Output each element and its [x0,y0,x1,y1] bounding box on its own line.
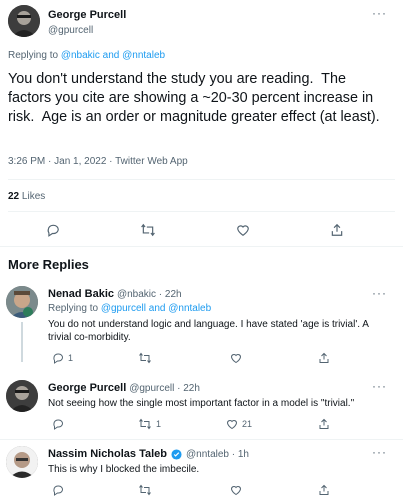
author-name[interactable]: Nenad Bakic [48,288,114,300]
reply-button[interactable] [52,418,64,430]
share-button[interactable] [318,484,330,496]
share-icon [319,418,329,429]
tweet-timestamp[interactable]: 3:26 PM · Jan 1, 2022 · Twitter Web App [8,156,188,167]
reply-header: Nassim Nicholas Taleb @nntaleb · 1h [48,448,249,460]
likes-label: Likes [21,191,46,202]
share-button[interactable] [318,418,330,430]
author-handle[interactable]: @nntaleb · 1h [186,449,249,460]
replying-prefix: Replying to [8,50,59,61]
author-name[interactable]: Nassim Nicholas Taleb [48,448,167,460]
share-icon[interactable] [330,223,344,237]
likes-stat[interactable]: 22 Likes [8,191,45,202]
retweet-icon [139,418,151,430]
like-icon[interactable] [236,223,250,237]
avatar[interactable] [6,286,38,318]
more-options-icon[interactable]: ··· [372,6,387,20]
divider [0,439,403,440]
retweet-button[interactable] [138,352,152,364]
reply-icon [53,485,63,496]
reply-header: Nenad Bakic @nbakic · 22h [48,288,182,300]
share-icon [319,484,329,495]
author-name[interactable]: George Purcell [48,382,126,394]
retweet-icon[interactable] [140,223,156,237]
divider [0,246,403,247]
replying-to: Replying to @gpurcell and @nntaleb [48,303,211,314]
replying-to: Replying to @nbakic and @nntaleb [8,50,165,61]
divider [8,211,395,212]
author-handle[interactable]: @gpurcell · 22h [129,383,200,394]
like-button[interactable] [230,352,242,364]
section-title: More Replies [8,257,89,272]
like-button[interactable] [230,484,242,496]
more-options-icon[interactable]: ··· [372,445,387,459]
more-options-icon[interactable]: ··· [372,379,387,393]
author-name[interactable]: George Purcell [48,9,126,21]
retweet-count: 1 [156,419,162,429]
thread-line [21,322,23,362]
reply-icon [53,419,63,430]
reply-button[interactable] [52,484,64,496]
verified-badge-icon [171,448,182,460]
avatar[interactable] [6,380,38,412]
tweet-text: You don't understand the study you are r… [8,71,380,125]
likes-count: 22 [8,191,20,202]
avatar[interactable] [8,5,40,37]
author-handle[interactable]: @nbakic · 22h [117,289,182,300]
replying-prefix: Replying to [48,303,99,314]
retweet-button[interactable]: 1 [138,418,161,430]
retweet-icon [139,484,151,496]
reply-icon [53,353,63,364]
like-icon [230,354,242,364]
replying-to-link[interactable]: @gpurcell and @nntaleb [101,303,211,314]
like-button[interactable]: 21 [226,418,252,430]
reply-text: Not seeing how the single most important… [48,398,355,409]
reply-text: This is why I blocked the imbecile. [48,464,200,475]
like-icon [226,420,238,430]
reply-icon[interactable] [46,223,60,237]
share-icon [319,352,329,363]
author-handle[interactable]: @gpurcell [48,25,93,36]
like-icon [230,486,242,496]
replying-to-link[interactable]: @nbakic and @nntaleb [61,50,165,61]
avatar[interactable] [6,446,38,478]
retweet-button[interactable] [138,484,152,496]
reply-header: George Purcell @gpurcell · 22h [48,382,200,394]
share-button[interactable] [318,352,330,364]
reply-text: You do not understand logic and language… [48,319,369,343]
retweet-icon [139,352,151,364]
like-count: 21 [242,419,253,429]
reply-button[interactable]: 1 [52,352,73,364]
reply-count: 1 [68,353,74,363]
divider [8,179,395,180]
more-options-icon[interactable]: ··· [372,286,387,300]
